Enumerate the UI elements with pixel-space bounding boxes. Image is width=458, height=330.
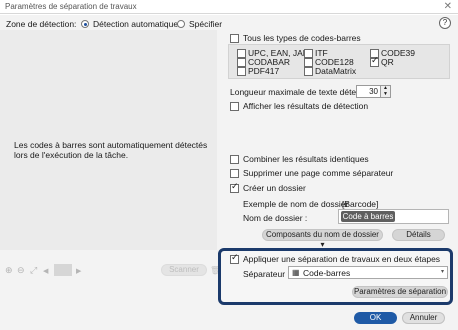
folder-name-token[interactable]: Code à barres — [341, 211, 395, 222]
pdf417-label: PDF417 — [248, 66, 280, 76]
two-step-label: Appliquer une séparation de travaux en d… — [243, 254, 441, 264]
max-length-label: Longueur maximale de texte détecté: — [230, 87, 370, 97]
folder-example-value: [Barcode] — [342, 199, 379, 209]
show-results-checkbox[interactable] — [230, 102, 239, 111]
max-length-spinner[interactable]: 30 ▲ ▼ — [356, 85, 391, 98]
prev-page-icon[interactable]: ◀ — [43, 267, 48, 275]
code128-checkbox[interactable] — [304, 58, 313, 67]
page-number-input[interactable] — [54, 264, 72, 276]
folder-components-button[interactable]: Composants du nom de dossier ▾ — [262, 229, 383, 249]
folder-example-label: Exemple de nom de dossier — [243, 199, 349, 209]
delete-separator-label: Supprimer une page comme séparateur — [243, 168, 394, 178]
delete-separator-checkbox[interactable] — [230, 169, 239, 178]
pdf417-checkbox[interactable] — [237, 67, 246, 76]
separator-value: Code-barres — [303, 268, 351, 278]
combine-results-checkbox[interactable] — [230, 155, 239, 164]
cancel-button[interactable]: Annuler — [402, 312, 445, 324]
show-results-label: Afficher les résultats de détection — [243, 101, 369, 111]
create-folder-label: Créer un dossier — [243, 183, 306, 193]
radio-auto-detection[interactable] — [81, 20, 89, 28]
barcode-icon: ▦ — [292, 268, 300, 277]
upc-ean-jan-checkbox[interactable] — [237, 49, 246, 58]
create-folder-checkbox[interactable] — [230, 182, 239, 193]
folder-name-label: Nom de dossier : — [243, 213, 308, 223]
itf-checkbox[interactable] — [304, 49, 313, 58]
separator-label: Séparateur — [243, 269, 286, 279]
spinner-arrows-icon[interactable]: ▲ ▼ — [380, 85, 390, 97]
detection-zone-label: Zone de détection: — [6, 19, 77, 29]
all-barcode-types-label: Tous les types de codes-barres — [243, 33, 361, 43]
fit-icon[interactable]: ⤢ — [30, 266, 37, 276]
codabar-checkbox[interactable] — [237, 58, 246, 67]
two-step-checkbox[interactable] — [230, 253, 239, 264]
qr-label: QR — [381, 57, 394, 67]
datamatrix-checkbox[interactable] — [304, 67, 313, 76]
max-length-value[interactable]: 30 — [369, 87, 378, 96]
radio-specify-label[interactable]: Spécifier — [189, 19, 222, 29]
scan-button[interactable]: Scanner — [161, 264, 207, 276]
radio-specify[interactable] — [177, 20, 185, 28]
close-icon[interactable]: ✕ — [444, 1, 452, 13]
separator-select[interactable]: ▦ Code-barres ▾ — [288, 266, 448, 279]
all-barcode-types-checkbox[interactable] — [230, 34, 239, 43]
zoom-out-icon[interactable]: ⊖ — [17, 266, 25, 276]
chevron-down-icon: ▾ — [440, 269, 444, 275]
datamatrix-label: DataMatrix — [315, 66, 357, 76]
details-button[interactable]: Détails — [392, 229, 445, 241]
combine-results-label: Combiner les résultats identiques — [243, 154, 369, 164]
ok-button[interactable]: OK — [354, 312, 397, 324]
separation-settings-button[interactable]: Paramètres de séparation — [352, 286, 448, 298]
next-page-icon[interactable]: ▶ — [76, 267, 81, 275]
window-title: Paramètres de séparation de travaux — [0, 0, 458, 14]
zoom-in-icon[interactable]: ⊕ — [5, 266, 13, 276]
radio-auto-detection-label[interactable]: Détection automatique — [93, 19, 178, 29]
auto-detect-message: Les codes à barres sont automatiquement … — [14, 140, 208, 160]
qr-checkbox[interactable] — [370, 56, 379, 67]
help-icon[interactable]: ? — [439, 17, 451, 29]
